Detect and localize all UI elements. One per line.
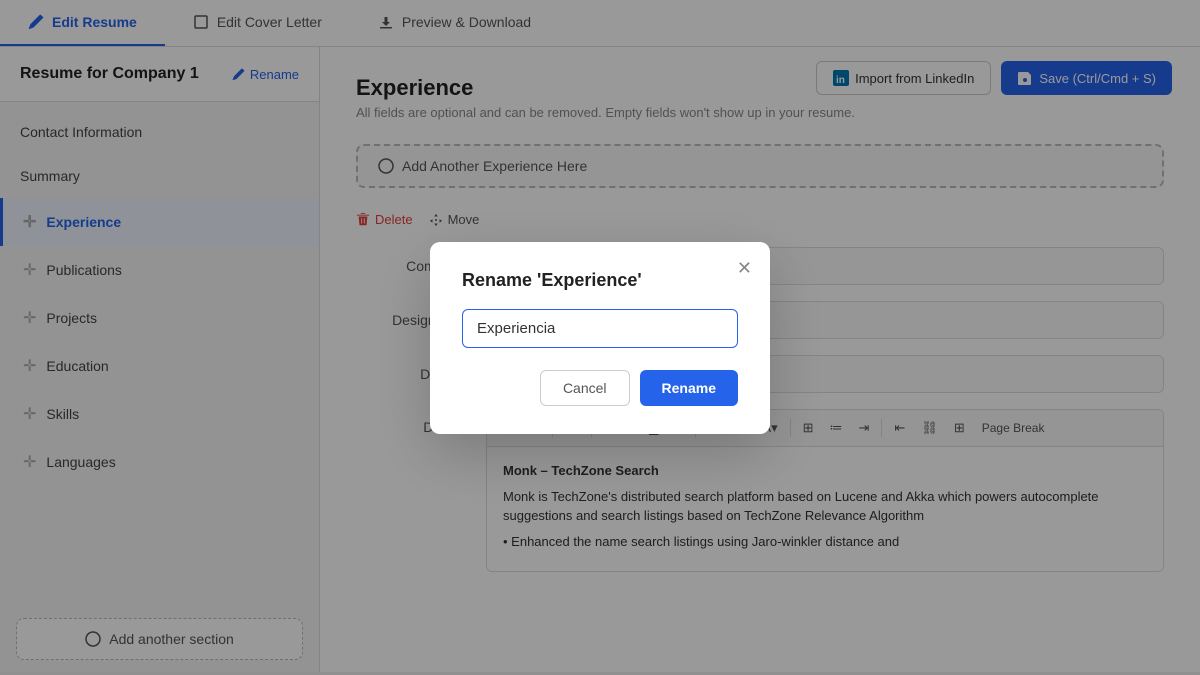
modal-rename-button[interactable]: Rename: [640, 370, 738, 406]
modal-cancel-button[interactable]: Cancel: [540, 370, 630, 406]
modal-rename-input[interactable]: [462, 309, 738, 348]
modal-overlay: Rename 'Experience' ✕ Cancel Rename: [0, 0, 1200, 675]
rename-modal: Rename 'Experience' ✕ Cancel Rename: [430, 242, 770, 434]
modal-title: Rename 'Experience': [462, 270, 738, 291]
modal-actions: Cancel Rename: [462, 370, 738, 406]
modal-close-button[interactable]: ✕: [737, 258, 752, 279]
